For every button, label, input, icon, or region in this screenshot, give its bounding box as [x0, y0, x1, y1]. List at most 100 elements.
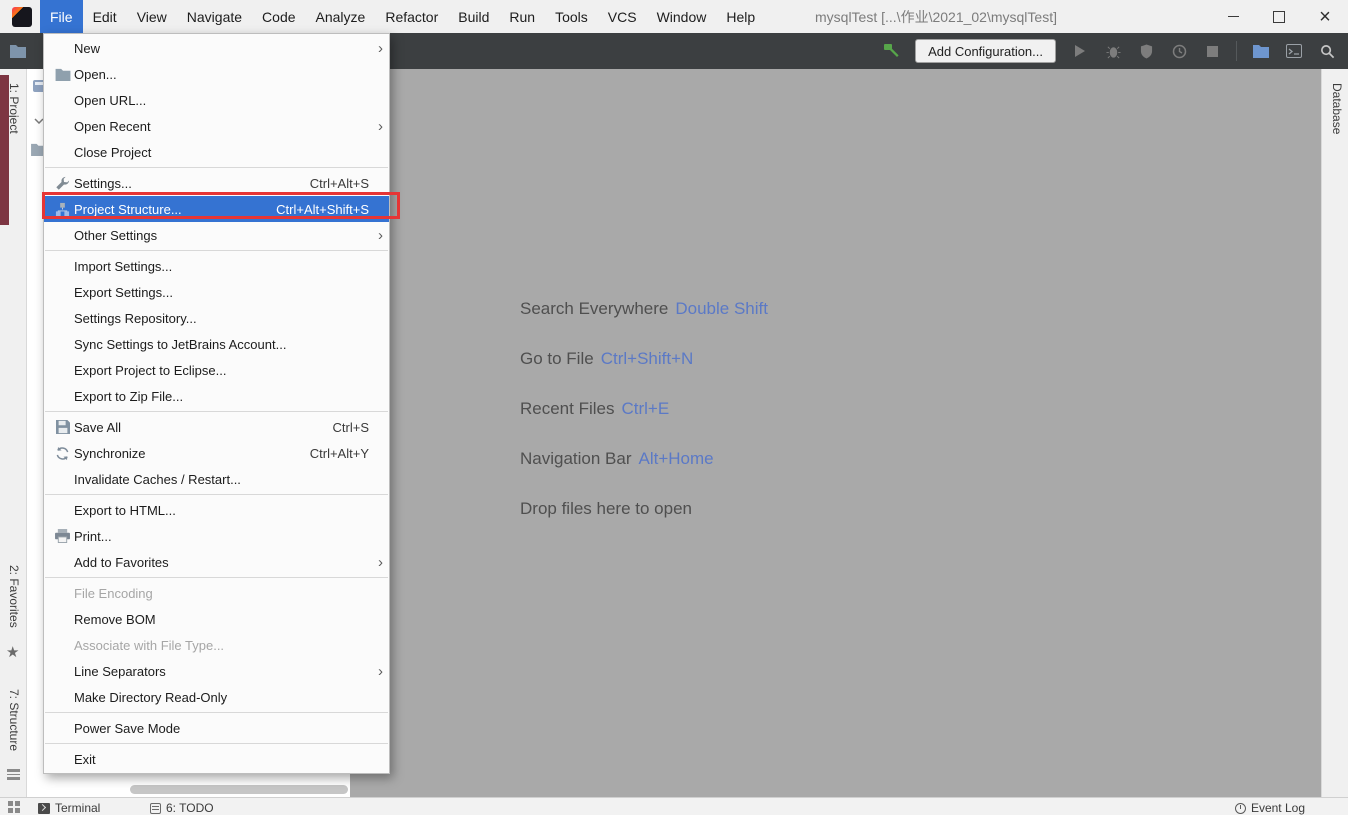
terminal-icon	[38, 802, 50, 814]
folder-icon	[9, 42, 27, 60]
menu-item-shortcut: Ctrl+Alt+Y	[309, 445, 369, 461]
menu-item-other-settings[interactable]: Other Settings	[44, 222, 389, 248]
menu-item-settings-repository[interactable]: Settings Repository...	[44, 305, 389, 331]
todo-icon	[150, 802, 161, 814]
editor-empty-area: Search Everywhere Double Shift Go to File…	[350, 69, 1321, 797]
toolbar-divider	[1236, 41, 1237, 61]
menu-navigate[interactable]: Navigate	[177, 0, 252, 33]
menu-item-open-url[interactable]: Open URL...	[44, 87, 389, 113]
hint-shortcut: Ctrl+E	[621, 399, 670, 418]
ide-window: File Edit View Navigate Code Analyze Ref…	[0, 0, 1348, 815]
event-log-label: Event Log	[1250, 801, 1305, 815]
horizontal-scrollbar-thumb[interactable]	[130, 785, 348, 794]
menu-run[interactable]: Run	[499, 0, 545, 33]
menu-item-label: Remove BOM	[74, 611, 156, 627]
blank-icon	[51, 663, 74, 679]
menu-item-export-html[interactable]: Export to HTML...	[44, 497, 389, 523]
menu-item-shortcut: Ctrl+S	[332, 419, 369, 435]
terminal-window-icon[interactable]	[1285, 42, 1303, 60]
event-log-icon	[1234, 802, 1246, 814]
menu-item-open[interactable]: Open...	[44, 61, 389, 87]
debug-icon[interactable]	[1104, 42, 1122, 60]
toolbar-right-group: Add Configuration...	[882, 33, 1336, 69]
menu-analyze[interactable]: Analyze	[306, 0, 376, 33]
statusbar-todo[interactable]: 6: TODO	[150, 801, 214, 815]
intellij-logo-icon	[12, 6, 32, 27]
menu-build[interactable]: Build	[448, 0, 499, 33]
menu-view[interactable]: View	[127, 0, 177, 33]
toolwindow-tab-database[interactable]: Database	[1330, 83, 1344, 134]
menu-separator	[45, 577, 388, 578]
menu-item-export-settings[interactable]: Export Settings...	[44, 279, 389, 305]
menu-item-remove-bom[interactable]: Remove BOM	[44, 606, 389, 632]
statusbar-event-log[interactable]: Event Log	[1234, 801, 1305, 815]
menu-item-exit[interactable]: Exit	[44, 746, 389, 772]
menu-item-invalidate-caches[interactable]: Invalidate Caches / Restart...	[44, 466, 389, 492]
terminal-label: Terminal	[55, 801, 101, 815]
menu-item-label: Settings...	[74, 175, 132, 191]
submenu-arrow-icon	[371, 228, 383, 243]
menu-item-new[interactable]: New	[44, 35, 389, 61]
coverage-shield-icon[interactable]	[1137, 42, 1155, 60]
menu-edit[interactable]: Edit	[83, 0, 127, 33]
toolbar-left-group	[9, 42, 27, 60]
minimize-button[interactable]	[1210, 0, 1256, 33]
project-structure-icon	[51, 201, 74, 217]
toolwindow-tab-project[interactable]: 1: Project	[7, 83, 21, 134]
statusbar: Terminal 6: TODO Event Log	[0, 797, 1348, 815]
hammer-icon[interactable]	[882, 42, 900, 60]
menu-item-project-structure[interactable]: Project Structure... Ctrl+Alt+Shift+S	[44, 196, 389, 222]
menu-item-label: New	[74, 40, 101, 56]
run-icon[interactable]	[1071, 42, 1089, 60]
synchronize-icon	[51, 445, 74, 461]
stop-icon[interactable]	[1203, 42, 1221, 60]
toolwindow-switcher-icon[interactable]	[8, 801, 20, 813]
menu-item-label: Synchronize	[74, 445, 146, 461]
save-all-icon	[51, 419, 74, 435]
menu-item-make-directory-read-only[interactable]: Make Directory Read-Only	[44, 684, 389, 710]
menu-refactor[interactable]: Refactor	[375, 0, 448, 33]
blank-icon	[51, 720, 74, 736]
menu-code[interactable]: Code	[252, 0, 305, 33]
menu-item-label: Open URL...	[74, 92, 147, 108]
blank-icon	[51, 751, 74, 767]
menu-separator	[45, 411, 388, 412]
menu-item-line-separators[interactable]: Line Separators	[44, 658, 389, 684]
structure-icon	[7, 769, 20, 780]
menu-item-add-to-favorites[interactable]: Add to Favorites	[44, 549, 389, 575]
menu-item-synchronize[interactable]: Synchronize Ctrl+Alt+Y	[44, 440, 389, 466]
maximize-button[interactable]	[1256, 0, 1302, 33]
menu-vcs[interactable]: VCS	[598, 0, 647, 33]
hint-label: Navigation Bar	[520, 449, 632, 468]
menu-window[interactable]: Window	[647, 0, 717, 33]
menu-item-close-project[interactable]: Close Project	[44, 139, 389, 165]
menu-file[interactable]: File	[40, 0, 83, 33]
menu-item-label: Print...	[74, 528, 112, 544]
menu-item-import-settings[interactable]: Import Settings...	[44, 253, 389, 279]
menu-item-export-project-eclipse[interactable]: Export Project to Eclipse...	[44, 357, 389, 383]
profiler-clock-icon[interactable]	[1170, 42, 1188, 60]
menu-item-export-zip[interactable]: Export to Zip File...	[44, 383, 389, 409]
menu-item-sync-settings-jetbrains[interactable]: Sync Settings to JetBrains Account...	[44, 331, 389, 357]
menu-item-shortcut: Ctrl+Alt+S	[309, 175, 369, 191]
close-button[interactable]	[1302, 0, 1348, 33]
menu-item-settings[interactable]: Settings... Ctrl+Alt+S	[44, 170, 389, 196]
menu-help[interactable]: Help	[716, 0, 765, 33]
add-configuration-button[interactable]: Add Configuration...	[915, 39, 1056, 63]
hint-go-to-file: Go to File Ctrl+Shift+N	[520, 349, 768, 369]
blank-icon	[51, 336, 74, 352]
open-project-icon[interactable]	[1252, 42, 1270, 60]
toolwindow-tab-structure[interactable]: 7: Structure	[7, 689, 21, 751]
statusbar-terminal[interactable]: Terminal	[38, 801, 100, 815]
toolwindow-tab-favorites[interactable]: 2: Favorites	[7, 565, 21, 628]
menu-item-power-save-mode[interactable]: Power Save Mode	[44, 715, 389, 741]
menu-item-save-all[interactable]: Save All Ctrl+S	[44, 414, 389, 440]
search-icon[interactable]	[1318, 42, 1336, 60]
blank-icon	[51, 471, 74, 487]
menu-separator	[45, 250, 388, 251]
menu-tools[interactable]: Tools	[545, 0, 598, 33]
menu-item-print[interactable]: Print...	[44, 523, 389, 549]
menu-separator	[45, 494, 388, 495]
menu-item-label: Invalidate Caches / Restart...	[74, 471, 241, 487]
menu-item-open-recent[interactable]: Open Recent	[44, 113, 389, 139]
